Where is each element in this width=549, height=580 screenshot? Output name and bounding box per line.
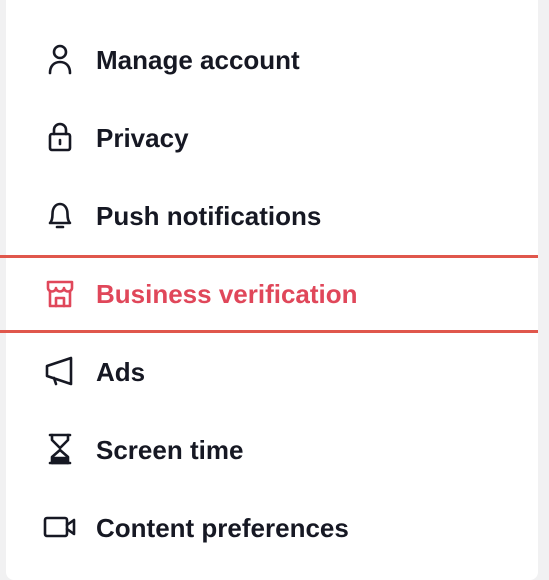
storefront-icon <box>43 276 77 310</box>
menu-item-label: Screen time <box>96 435 244 465</box>
menu-item-screen-time[interactable]: Screen time <box>6 411 538 489</box>
menu-item-privacy[interactable]: Privacy <box>6 99 538 177</box>
hourglass-icon <box>43 432 77 466</box>
bell-icon <box>43 198 77 232</box>
menu-item-label: Content preferences <box>96 513 349 543</box>
menu-item-ads[interactable]: Ads <box>6 333 538 411</box>
megaphone-icon <box>43 354 77 388</box>
menu-item-content-preferences[interactable]: Content preferences <box>6 489 538 567</box>
settings-menu: Manage account Privacy Push notification… <box>0 21 538 567</box>
menu-item-label: Business verification <box>96 279 358 309</box>
settings-menu-panel: Manage account Privacy Push notification… <box>0 0 538 580</box>
lock-icon <box>43 120 77 154</box>
person-icon <box>43 42 77 76</box>
menu-item-label: Privacy <box>96 123 189 153</box>
video-camera-icon <box>43 510 77 544</box>
menu-item-business-verification[interactable]: Business verification <box>0 255 538 333</box>
menu-item-label: Push notifications <box>96 201 322 231</box>
menu-item-push-notifications[interactable]: Push notifications <box>6 177 538 255</box>
menu-item-label: Manage account <box>96 45 300 75</box>
menu-item-label: Ads <box>96 357 146 387</box>
menu-item-manage-account[interactable]: Manage account <box>6 21 538 99</box>
